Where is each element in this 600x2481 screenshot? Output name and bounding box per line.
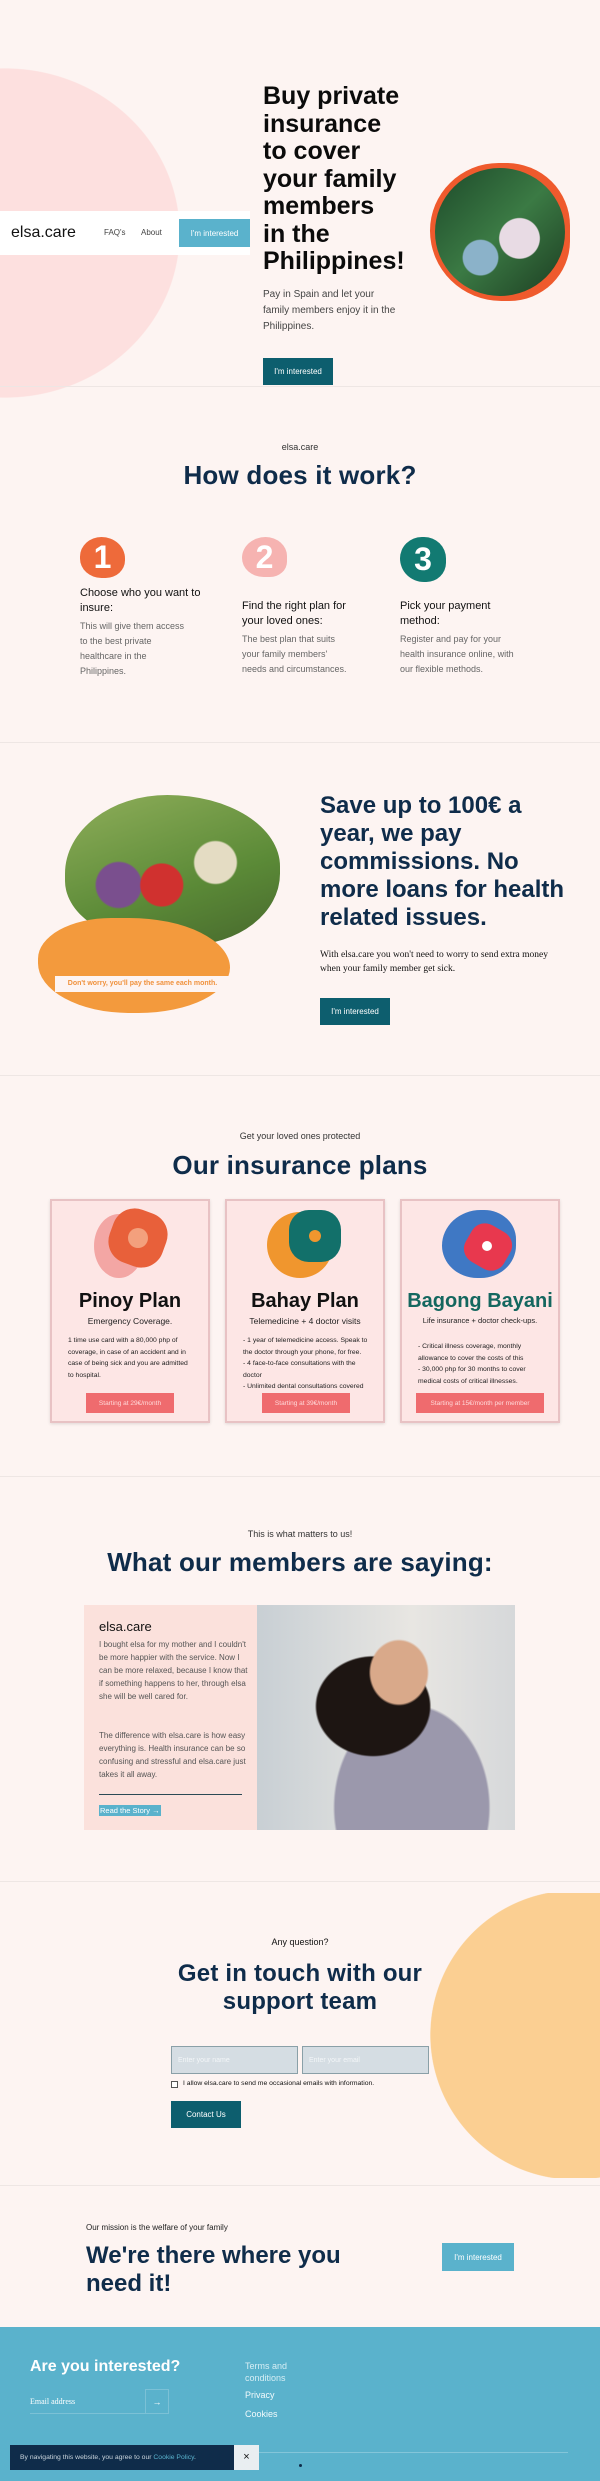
step-3-text: Register and pay for your health insuran… — [400, 634, 514, 674]
logo[interactable]: elsa.care — [11, 224, 76, 242]
plan-description: - 1 year of telemedicine access. Speak t… — [243, 1337, 368, 1390]
flower-icon — [94, 1202, 174, 1278]
plan-price-button[interactable]: Starting at 29€/month — [86, 1393, 174, 1413]
testimonial-quote-2: The difference with elsa.care is how eas… — [99, 1731, 246, 1779]
hero-photo — [430, 163, 570, 301]
how-title: How does it work? — [183, 460, 417, 490]
footer-dot — [299, 2464, 302, 2467]
plan-subtitle: Emergency Coverage. — [87, 1316, 173, 1326]
step-2-number-icon: 2 — [242, 537, 287, 577]
plan-card-bagong-bayani: Bagong Bayani Life insurance + doctor ch… — [400, 1199, 560, 1423]
plan-card-bahay: Bahay Plan Telemedicine + 4 doctor visit… — [225, 1199, 385, 1423]
testimonial-photo — [257, 1605, 515, 1830]
step-1-number-icon: 1 — [80, 537, 125, 578]
footer-link-cookies[interactable]: Cookies — [245, 2408, 278, 2420]
save-title: Save up to 100€ a year, we pay commissio… — [320, 792, 565, 931]
contact-orange-circle — [428, 1893, 600, 2178]
email-input[interactable]: Enter your email — [302, 2046, 429, 2074]
plans-eyebrow: Get your loved ones protected — [239, 1131, 361, 1141]
plan-name: Bagong Bayani — [407, 1290, 553, 1312]
divider — [99, 1794, 242, 1795]
footer-link-privacy[interactable]: Privacy — [245, 2389, 275, 2401]
mission-interested-button[interactable]: I'm interested — [442, 2243, 514, 2271]
plan-description: - Critical illness coverage, monthly all… — [418, 1343, 526, 1385]
testimonial-brand: elsa.care — [99, 1619, 152, 1634]
plan-subtitle: Life insurance + doctor check-ups. — [422, 1316, 538, 1325]
footer-email-input[interactable]: Email address — [30, 2389, 145, 2414]
step-2-title: Find the right plan for your loved ones: — [242, 600, 346, 627]
mission-title: We're there where you need it! — [86, 2242, 341, 2297]
save-interested-button[interactable]: I'm interested — [320, 998, 390, 1025]
read-story-link[interactable]: Read the Story → — [99, 1805, 161, 1816]
testimonials-eyebrow: This is what matters to us! — [247, 1529, 353, 1539]
testimonial-card: elsa.care I bought elsa for my mother an… — [84, 1605, 515, 1830]
contact-title: Get in touch with our support team — [177, 1960, 423, 2015]
step-2-text: The best plan that suits your family mem… — [242, 634, 347, 674]
plan-price-button[interactable]: Starting at 15€/month per member — [416, 1393, 544, 1413]
orange-blob — [38, 918, 230, 1013]
footer-divider — [240, 2452, 568, 2453]
plan-name: Pinoy Plan — [78, 1290, 182, 1312]
nav-interested-button[interactable]: I'm interested — [179, 219, 250, 247]
testimonial-quote-1: I bought elsa for my mother and I couldn… — [99, 1640, 248, 1701]
consent-label: I allow elsa.care to send me occasional … — [183, 2080, 375, 2087]
step-1-title: Choose who you want to insure: — [80, 587, 201, 614]
testimonials-title: What our members are saying: — [107, 1547, 493, 1577]
cookie-close-button[interactable]: × — [234, 2445, 259, 2470]
plan-description: 1 time use card with a 80,000 php of cov… — [68, 1337, 188, 1379]
hero-text: Pay in Spain and let your family members… — [263, 289, 396, 332]
footer-title: Are you interested? — [30, 2358, 181, 2375]
step-3-title: Pick your payment method: — [400, 600, 491, 627]
mission-eyebrow: Our mission is the welfare of your famil… — [86, 2223, 228, 2232]
how-eyebrow: elsa.care — [281, 442, 319, 452]
save-text: With elsa.care you won't need to worry t… — [320, 950, 548, 974]
cookie-text: By navigating this website, you agree to… — [20, 2454, 154, 2461]
plan-price-button[interactable]: Starting at 39€/month — [262, 1393, 350, 1413]
nav-bar: elsa.care FAQ's About I'm interested — [0, 211, 250, 255]
caption: Don't worry, you'll pay the same each mo… — [55, 976, 230, 992]
plan-subtitle: Telemedicine + 4 doctor visits — [249, 1316, 361, 1326]
nav-link-faq[interactable]: FAQ's — [104, 228, 126, 237]
cookie-banner: By navigating this website, you agree to… — [10, 2445, 234, 2470]
name-input[interactable]: Enter your name — [171, 2046, 298, 2074]
contact-eyebrow: Any question? — [271, 1937, 329, 1947]
plans-title: Our insurance plans — [172, 1150, 428, 1180]
cookie-policy-link[interactable]: Cookie Policy — [153, 2454, 194, 2461]
flower-icon — [442, 1210, 522, 1280]
plan-card-pinoy: Pinoy Plan Emergency Coverage. 1 time us… — [50, 1199, 210, 1423]
flower-icon — [267, 1210, 347, 1280]
footer-link-terms[interactable]: Terms and conditions — [245, 2360, 295, 2384]
step-1-text: This will give them access to the best p… — [80, 621, 185, 676]
step-3-number-icon: 3 — [400, 537, 446, 582]
cookie-suffix: . — [194, 2454, 196, 2461]
contact-us-button[interactable]: Contact Us — [171, 2101, 241, 2128]
footer-submit-button[interactable]: → — [145, 2389, 169, 2414]
hero-interested-button[interactable]: I'm interested — [263, 358, 333, 385]
hero-title: Buy private insurance to cover your fami… — [263, 82, 405, 275]
nav-link-about[interactable]: About — [141, 228, 162, 237]
testimonial-text-panel: elsa.care I bought elsa for my mother an… — [84, 1605, 257, 1830]
plan-name: Bahay Plan — [251, 1290, 359, 1312]
consent-checkbox[interactable] — [171, 2081, 178, 2088]
